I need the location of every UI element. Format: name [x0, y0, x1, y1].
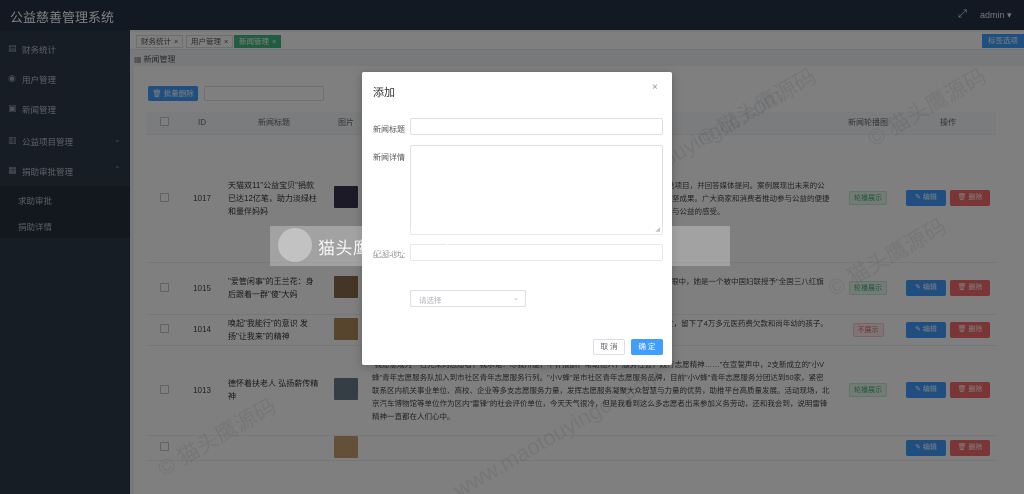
title-label: 新闻标题	[373, 125, 405, 134]
watermark-band-text: 猫头鹰源码 maotouyingcc.com	[318, 239, 561, 258]
select-placeholder: 请选择	[419, 296, 442, 305]
owl-logo-icon	[278, 228, 312, 262]
add-news-dialog: 添加 × 新闻标题 新闻详情 ◢ 配图地址 请选择 ⌄ 取 消 确 定	[362, 72, 672, 365]
carousel-select[interactable]: 请选择 ⌄	[410, 290, 526, 307]
dialog-title: 添加	[373, 87, 395, 99]
detail-textarea[interactable]: ◢	[410, 145, 663, 235]
chevron-down-icon: ⌄	[513, 295, 519, 302]
cancel-button[interactable]: 取 消	[593, 339, 625, 355]
detail-label: 新闻详情	[373, 153, 405, 162]
confirm-button[interactable]: 确 定	[631, 339, 663, 355]
close-icon[interactable]: ×	[652, 82, 658, 93]
title-input[interactable]	[410, 118, 663, 135]
